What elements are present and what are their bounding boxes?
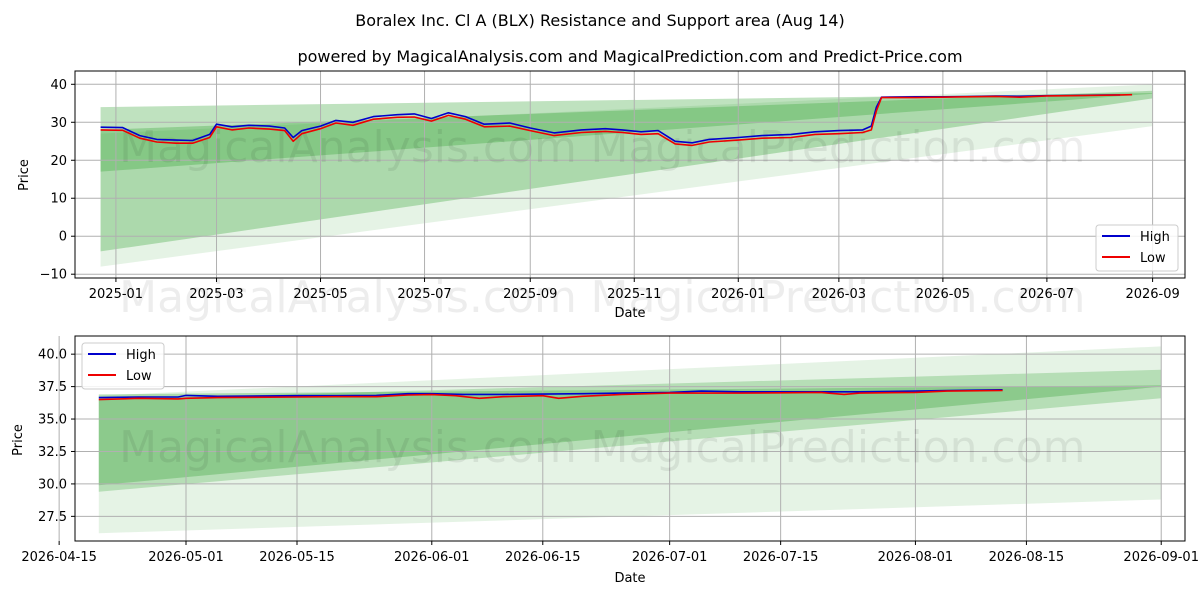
zoom-y-label: Price bbox=[11, 424, 26, 456]
zoom-x-tick-label: 2026-07-01 bbox=[632, 550, 708, 565]
overview-x-tick-label: 2025-03 bbox=[189, 287, 243, 302]
zoom-y-tick-label: 27.5 bbox=[38, 510, 67, 525]
overview-x-label: Date bbox=[614, 306, 645, 321]
overview-y-label: Price bbox=[17, 159, 32, 191]
overview-legend-high-label: High bbox=[1140, 230, 1170, 245]
zoom-y-tick-label: 35.0 bbox=[38, 413, 67, 428]
overview-x-tick-label: 2026-03 bbox=[812, 287, 866, 302]
overview-x-tick-label: 2026-01 bbox=[711, 287, 765, 302]
zoom-watermark-prediction: MagicalPrediction.com bbox=[591, 422, 1086, 473]
zoom-y-tick-label: 40.0 bbox=[38, 348, 67, 363]
zoom-watermarks: MagicalAnalysis.com MagicalPrediction.co… bbox=[119, 422, 1085, 473]
zoom-y-tick-label: 30.0 bbox=[38, 477, 67, 492]
overview-legend: High Low bbox=[1095, 224, 1179, 272]
zoom-x-tick-label: 2026-09-01 bbox=[1123, 550, 1199, 565]
figure: Boralex Inc. Cl A (BLX) Resistance and S… bbox=[0, 0, 1200, 600]
zoom-x-tick-label: 2026-08-15 bbox=[989, 550, 1065, 565]
watermark-prediction: MagicalPrediction.com bbox=[591, 122, 1086, 173]
zoom-x-tick-label: 2026-05-15 bbox=[259, 550, 335, 565]
overview-legend-low-label: Low bbox=[1140, 251, 1166, 266]
zoom-x-tick-label: 2026-06-15 bbox=[505, 550, 581, 565]
overview-x-tick-label: 2025-07 bbox=[397, 287, 451, 302]
overview-x-tick-label: 2026-05 bbox=[916, 287, 970, 302]
overview-y-tick-label: 20 bbox=[50, 154, 67, 169]
zoom-x-tick-label: 2026-04-15 bbox=[21, 550, 97, 565]
zoom-legend: High Low bbox=[81, 342, 165, 390]
zoom-watermark-analysis: MagicalAnalysis.com bbox=[119, 422, 577, 473]
figure-subtitle: powered by MagicalAnalysis.com and Magic… bbox=[297, 47, 962, 66]
zoom-x-tick-label: 2026-08-01 bbox=[878, 550, 954, 565]
overview-x-tick-label: 2025-01 bbox=[89, 287, 143, 302]
overview-x-tick-label: 2025-11 bbox=[607, 287, 661, 302]
zoom-y-tick-label: 37.5 bbox=[38, 380, 67, 395]
overview-x-tick-label: 2026-09 bbox=[1125, 287, 1179, 302]
zoom-x-tick-label: 2026-05-01 bbox=[148, 550, 224, 565]
overview-x-tick-label: 2026-07 bbox=[1020, 287, 1074, 302]
overview-x-tick-label: 2025-05 bbox=[293, 287, 347, 302]
overview-y-tick-label: 10 bbox=[50, 192, 67, 207]
zoom-x-tick-label: 2026-06-01 bbox=[394, 550, 470, 565]
overview-y-tick-label: −10 bbox=[40, 268, 67, 283]
overview-y-tick-label: 30 bbox=[50, 116, 67, 131]
zoom-x-tick-label: 2026-07-15 bbox=[743, 550, 819, 565]
overview-y-tick-label: 0 bbox=[59, 230, 67, 245]
figure-title: Boralex Inc. Cl A (BLX) Resistance and S… bbox=[355, 11, 844, 30]
overview-y-tick-label: 40 bbox=[50, 78, 67, 93]
overview-x-tick-label: 2025-09 bbox=[503, 287, 557, 302]
zoom-x-label: Date bbox=[614, 571, 645, 586]
watermark-analysis: MagicalAnalysis.com bbox=[119, 122, 577, 173]
zoom-legend-low-label: Low bbox=[126, 369, 152, 384]
zoom-y-tick-label: 32.5 bbox=[38, 445, 67, 460]
zoom-legend-high-label: High bbox=[126, 348, 156, 363]
